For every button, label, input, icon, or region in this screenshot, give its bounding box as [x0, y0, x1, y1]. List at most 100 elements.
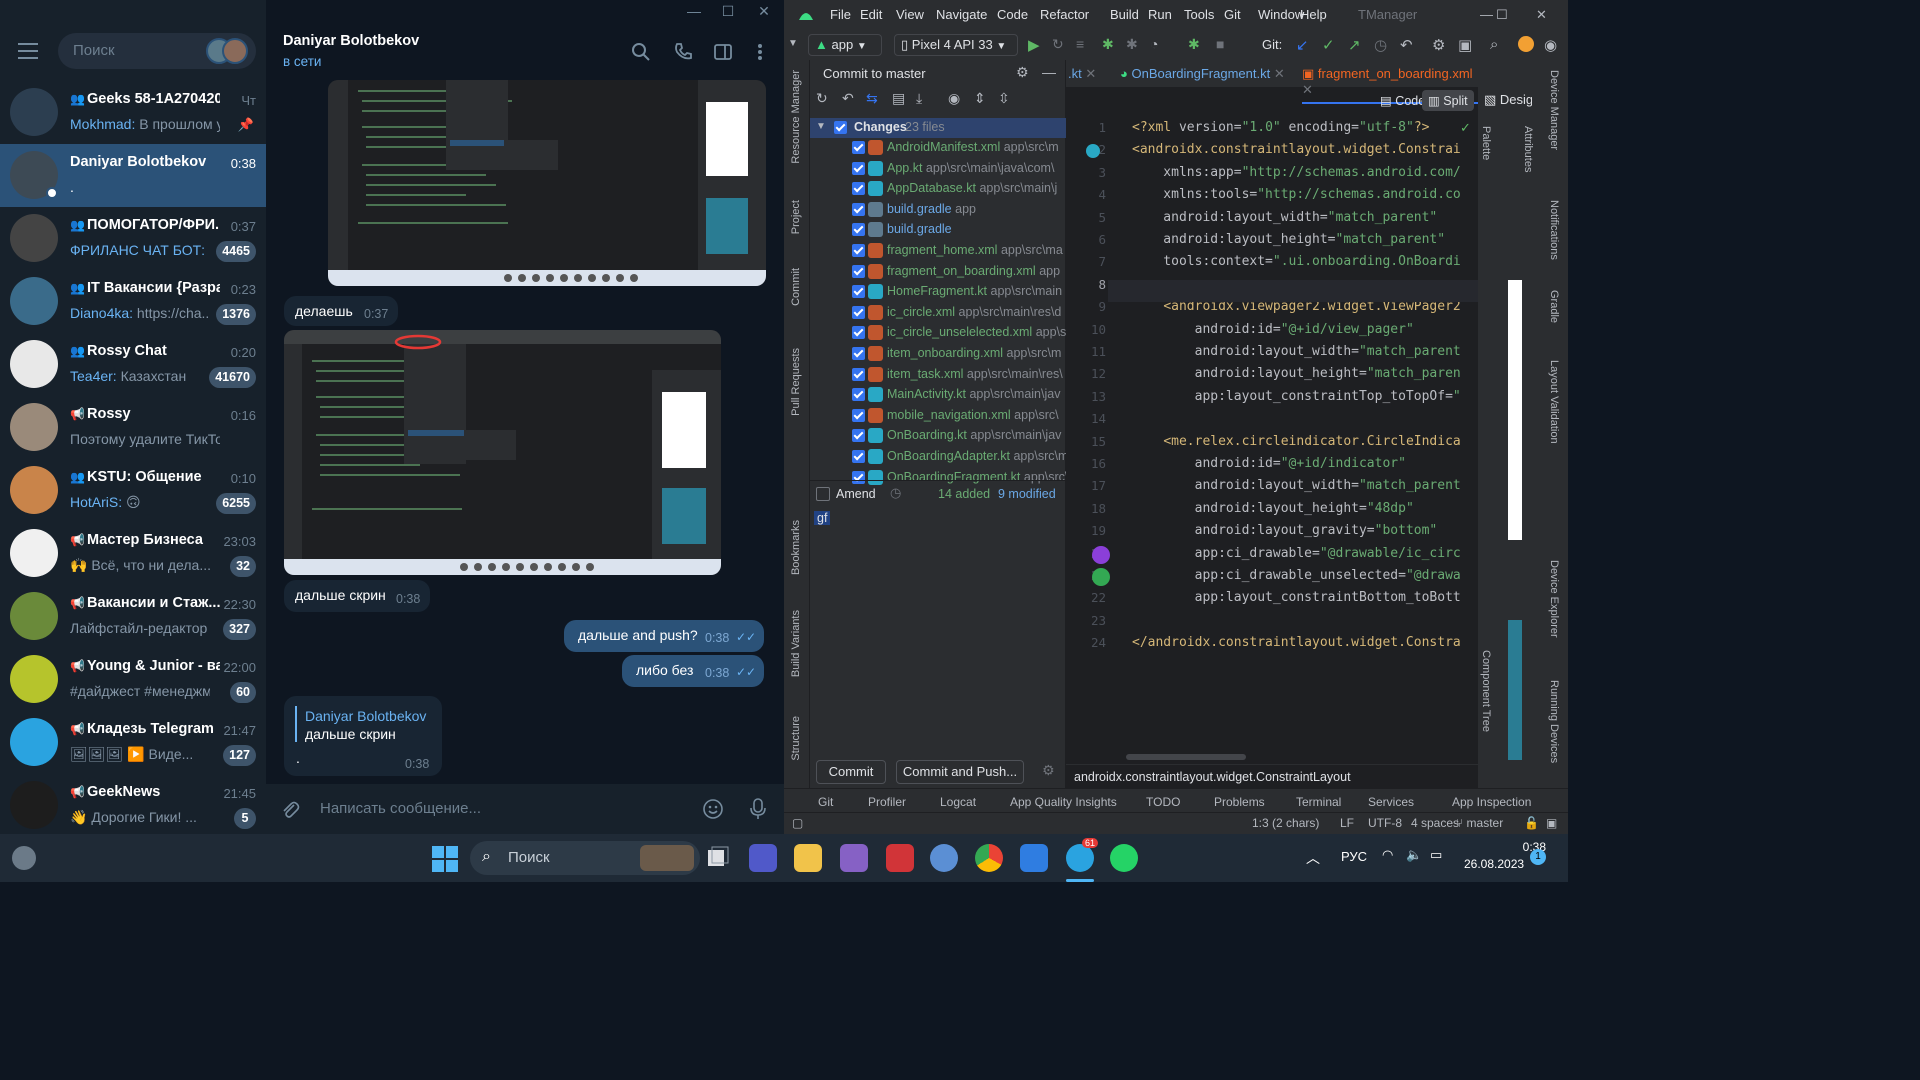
code-line[interactable]: <?xml version="1.0" encoding="utf-8"?> [1132, 117, 1429, 139]
device-manager-icon[interactable]: ⚙ [1432, 36, 1445, 54]
tool-window-device-explorer[interactable]: Device Explorer [1548, 560, 1560, 638]
blueprint-preview[interactable] [1508, 620, 1522, 760]
more-icon[interactable] [750, 42, 770, 62]
search-icon[interactable]: ⌕ [1490, 36, 1498, 53]
bottom-tool-services[interactable]: Services [1368, 795, 1414, 809]
file-explorer-icon[interactable] [794, 844, 822, 872]
code-line[interactable]: android:layout_gravity="bottom" [1132, 520, 1438, 542]
chat-list-item[interactable]: 📢 Мастер Бизнеса 23:03 🙌 Всё, что ни дела..… [0, 522, 266, 585]
chat-list-item[interactable]: 👥 Rossy Chat 0:20 Tea4er: Казахстан 41670 [0, 333, 266, 396]
inspection-icon[interactable]: ▣ [1546, 816, 1557, 830]
tool-window-bookmarks[interactable]: Bookmarks [790, 520, 802, 575]
hide-icon[interactable]: — [1042, 64, 1056, 80]
widgets-icon[interactable] [12, 846, 36, 870]
battery-icon[interactable]: ▭ [1430, 847, 1442, 863]
git-commit-icon[interactable]: ✓ [1322, 36, 1335, 54]
menu-item-refactor[interactable]: Refactor [1040, 7, 1089, 22]
chat-list-item[interactable]: 👥 KSTU: Общение 0:10 HotAriS: 🙃 6255 [0, 459, 266, 522]
bottom-tool-app-quality-insights[interactable]: App Quality Insights [1010, 795, 1117, 809]
changed-file-row[interactable]: App.kt app\src\main\java\com\ [810, 159, 1066, 179]
tool-window-running-devices[interactable]: Running Devices [1548, 680, 1560, 763]
color-preview-icon[interactable] [1092, 546, 1110, 564]
changes-group-row[interactable]: ▼ Changes 23 files [810, 118, 1066, 138]
globe-app-icon[interactable] [930, 844, 958, 872]
changed-file-row[interactable]: item_onboarding.xml app\src\m [810, 344, 1066, 364]
menu-icon[interactable] [18, 43, 38, 59]
visual-studio-icon[interactable] [840, 844, 868, 872]
changed-file-row[interactable]: fragment_on_boarding.xml app [810, 262, 1066, 282]
maximize-button[interactable]: ☐ [710, 0, 746, 22]
code-line[interactable]: android:layout_width="match_parent" [1132, 207, 1437, 229]
git-branch[interactable]: ⑂ master [1456, 816, 1503, 830]
menu-item-window[interactable]: Window [1258, 7, 1304, 22]
bottom-tool-problems[interactable]: Problems [1214, 795, 1265, 809]
changed-file-row[interactable]: mobile_navigation.xml app\src\ [810, 406, 1066, 426]
rerun-icon[interactable]: ↻ [1052, 36, 1064, 53]
chevron-up-icon[interactable]: ︿ [1306, 848, 1320, 868]
device-select[interactable]: ▯ Pixel 4 API 33 ▼ [894, 34, 1018, 56]
changed-file-row[interactable]: AppDatabase.kt app\src\main\j [810, 179, 1066, 199]
bottom-tool-terminal[interactable]: Terminal [1296, 795, 1341, 809]
file-checkbox[interactable] [852, 326, 865, 340]
chat-title[interactable]: Daniyar Bolotbekov [283, 33, 419, 49]
changed-file-row[interactable]: build.gradle app [810, 200, 1066, 220]
tool-window-resource-manager[interactable]: Resource Manager [790, 70, 802, 164]
menu-item-edit[interactable]: Edit [860, 7, 882, 22]
code-line[interactable]: android:layout_height="match_paren [1132, 363, 1461, 385]
file-checkbox[interactable] [852, 347, 865, 360]
clock-date[interactable]: 26.08.2023 [1464, 857, 1524, 871]
phone-icon[interactable] [673, 42, 693, 62]
file-checkbox[interactable] [852, 450, 865, 463]
indent-setting[interactable]: 4 spaces [1411, 816, 1459, 830]
menu-item-run[interactable]: Run [1148, 7, 1172, 22]
code-area[interactable]: 1 <?xml version="1.0" encoding="utf-8"?> 2… [1066, 116, 1478, 756]
changed-file-row[interactable]: OnBoardingAdapter.kt app\src\m [810, 447, 1066, 467]
history-icon[interactable]: ◷ [1374, 36, 1387, 54]
reply-message-bubble[interactable]: Daniyar Bolotbekov дальше скрин . 0:38 [284, 696, 442, 776]
file-checkbox[interactable] [852, 161, 865, 175]
minimize-button[interactable]: — [1480, 7, 1493, 22]
rollback-icon[interactable]: ↶ [842, 90, 854, 107]
wifi-icon[interactable]: ◠ [1382, 847, 1393, 863]
color-preview-icon[interactable] [1092, 568, 1110, 586]
menu-item-build[interactable]: Build [1110, 7, 1139, 22]
chat-list-item[interactable]: 📢 Вакансии и Стаж... 22:30 Лайфстайл-редакт… [0, 585, 266, 648]
git-update-icon[interactable]: ↙ [1296, 36, 1309, 54]
changed-file-row[interactable]: OnBoardingFragment.kt app\src\ [810, 468, 1066, 488]
file-checkbox[interactable] [852, 244, 865, 257]
telegram-icon[interactable]: 61 [1066, 838, 1099, 872]
changes-checkbox[interactable] [834, 121, 847, 134]
line-separator[interactable]: LF [1340, 816, 1354, 830]
close-button[interactable]: ✕ [746, 0, 782, 22]
code-line[interactable]: xmlns:app="http://schemas.android.com/ [1132, 162, 1460, 184]
editor-tab[interactable]: ◕ OnBoardingFragment.kt ✕ [1120, 66, 1285, 82]
changed-file-row[interactable]: item_task.xml app\src\main\res\ [810, 365, 1066, 385]
commit-button[interactable]: Commit [816, 760, 886, 784]
view-mode-split[interactable]: ▥ Split [1422, 90, 1474, 111]
message-image-screenshot[interactable] [328, 80, 766, 286]
message-image-screenshot[interactable] [284, 330, 721, 575]
settings-icon[interactable]: ⚙ [1016, 64, 1029, 81]
restore-button[interactable]: ☐ [1496, 7, 1508, 23]
changed-file-row[interactable]: fragment_home.xml app\src\ma [810, 241, 1066, 261]
tool-window-component-tree[interactable]: Component Tree [1480, 650, 1492, 732]
close-button[interactable]: ✕ [1536, 7, 1547, 23]
tool-window-build-variants[interactable]: Build Variants [790, 610, 802, 677]
menu-item-navigate[interactable]: Navigate [936, 7, 987, 22]
inspection-ok-icon[interactable]: ✓ [1460, 120, 1471, 136]
file-checkbox[interactable] [852, 367, 865, 381]
file-checkbox[interactable] [852, 408, 865, 422]
tool-window-commit[interactable]: Commit [790, 268, 802, 306]
chat-list-item[interactable]: Daniyar Bolotbekov 0:38. [0, 144, 266, 207]
bottom-tool-git[interactable]: Git [818, 795, 833, 809]
history-icon[interactable]: ◷ [890, 485, 901, 501]
menu-item-tools[interactable]: Tools [1184, 7, 1214, 22]
file-checkbox[interactable] [852, 141, 865, 154]
rollback-icon[interactable]: ↶ [1400, 36, 1413, 54]
stories-avatars[interactable] [206, 38, 250, 64]
shelve-icon[interactable]: ▤ [892, 90, 905, 107]
message-input[interactable]: Написать сообщение... [320, 800, 481, 817]
tool-window-attributes[interactable]: Attributes [1522, 126, 1534, 172]
bottom-tool-logcat[interactable]: Logcat [940, 795, 976, 809]
lock-icon[interactable]: 🔓 [1524, 816, 1539, 830]
